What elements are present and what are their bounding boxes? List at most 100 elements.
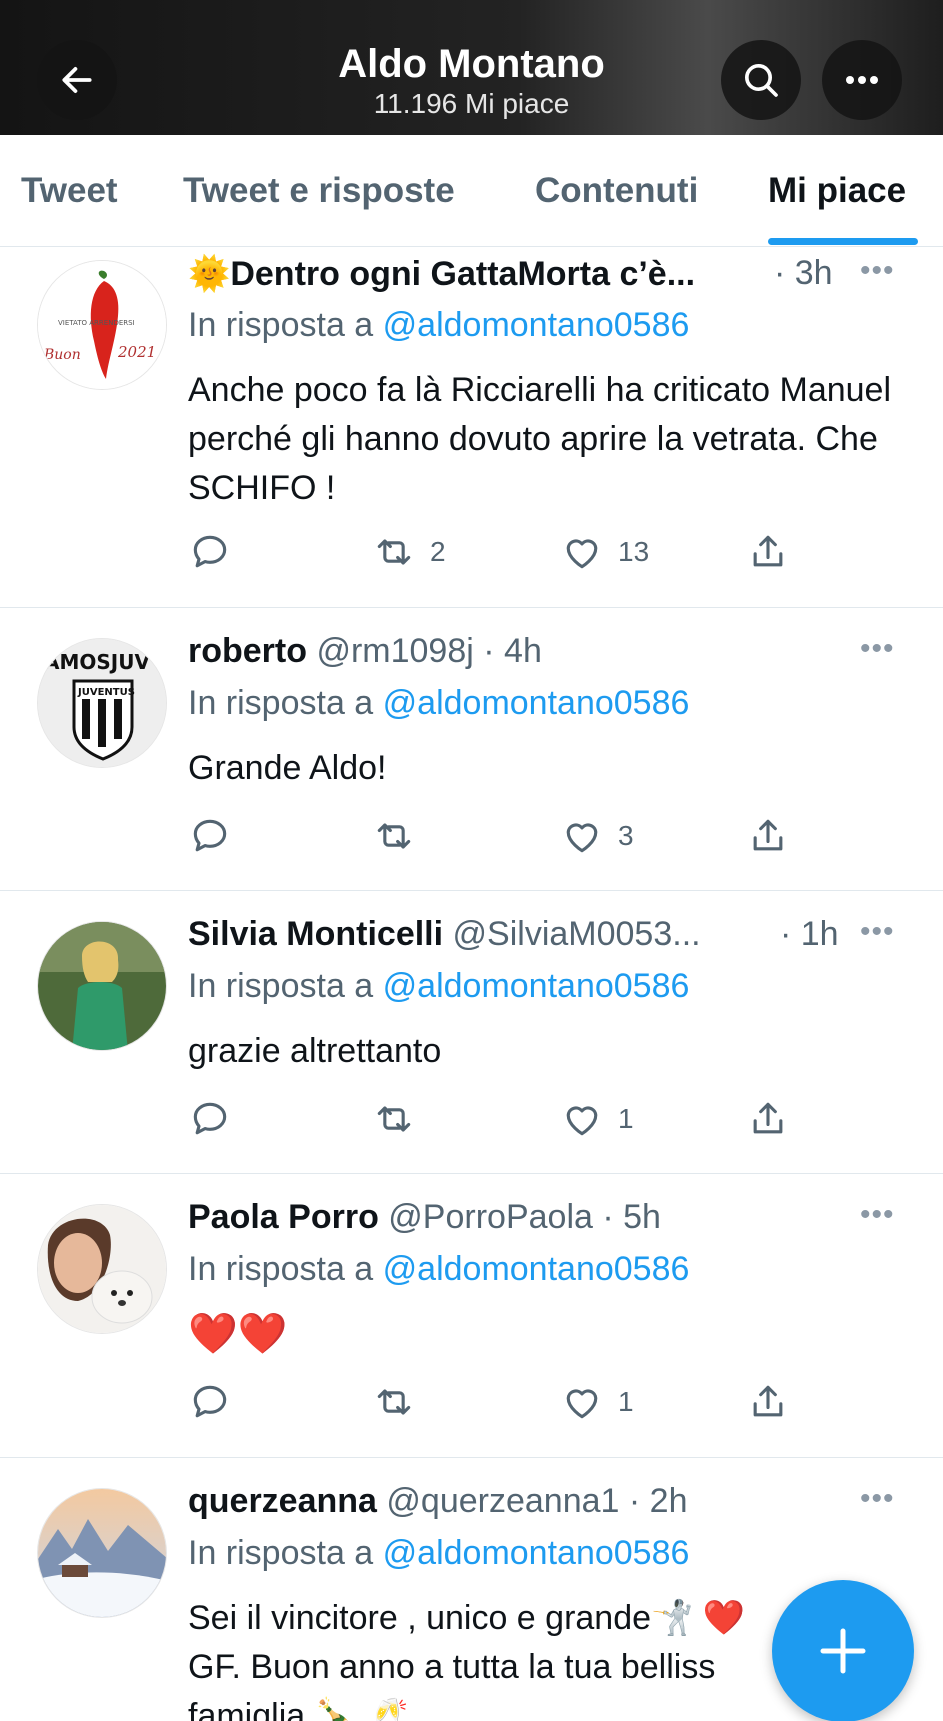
reply-context: In risposta a @aldomontano0586 — [188, 967, 689, 1006]
snowy-landscape-avatar-image — [38, 1489, 166, 1617]
share-icon — [753, 535, 783, 567]
reply-context: In risposta a @aldomontano0586 — [188, 1534, 689, 1573]
reply-prefix: In risposta a — [188, 1250, 383, 1288]
retweet-icon — [377, 823, 411, 849]
retweet-icon — [377, 1106, 411, 1132]
share-action[interactable] — [746, 1380, 790, 1424]
reply-context: In risposta a @aldomontano0586 — [188, 684, 689, 723]
retweet-count: 2 — [430, 536, 446, 567]
active-tab-indicator — [768, 238, 918, 245]
tweet-item[interactable]: AMOSJUV JUVENTUS roberto @rm1098j · 4h •… — [0, 608, 943, 891]
search-icon — [745, 64, 778, 97]
like-action[interactable]: 1 — [560, 1380, 634, 1424]
share-icon — [753, 819, 783, 851]
like-action[interactable]: 3 — [560, 814, 634, 858]
author-name[interactable]: Paola Porro — [188, 1198, 379, 1236]
author-name[interactable]: Silvia Monticelli — [188, 915, 443, 953]
chili-pepper-avatar-image: VIETATO ARRENDERSI Buon 2021 — [38, 261, 166, 389]
tweet-more-icon[interactable]: ••• — [860, 1482, 895, 1516]
tweet-text: grazie altrettanto — [188, 1032, 442, 1070]
avatar-caption: VIETATO ARRENDERSI — [58, 319, 135, 327]
tweet-text: ❤️❤️ — [188, 1312, 288, 1356]
tab-mi-piace[interactable]: Mi piace — [768, 171, 906, 211]
tweet-item[interactable]: Paola Porro @PorroPaola · 5h ••• In risp… — [0, 1174, 943, 1458]
tweet-header: Paola Porro @PorroPaola · 5h — [188, 1198, 661, 1237]
tab-tweet[interactable]: Tweet — [21, 171, 118, 211]
avatar[interactable]: AMOSJUV JUVENTUS — [37, 638, 167, 768]
reply-action[interactable] — [188, 814, 232, 858]
profile-tabs: Tweet Tweet e risposte Contenuti Mi piac… — [0, 135, 943, 247]
person-with-dog-avatar-image — [38, 1205, 166, 1333]
more-horizontal-icon — [846, 76, 878, 84]
retweet-action[interactable] — [372, 1097, 416, 1141]
tweet-item[interactable]: VIETATO ARRENDERSI Buon 2021 🌞Dentro ogn… — [0, 248, 943, 608]
avatar-caption-year: 2021 — [117, 343, 156, 361]
like-action[interactable]: 13 — [560, 530, 649, 574]
author-name[interactable]: roberto — [188, 632, 307, 670]
reply-mention-link[interactable]: @aldomontano0586 — [383, 967, 690, 1005]
avatar[interactable] — [37, 1204, 167, 1334]
author-handle[interactable]: @PorroPaola — [388, 1198, 593, 1236]
share-action[interactable] — [746, 814, 790, 858]
author-name[interactable]: querzeanna — [188, 1482, 377, 1520]
share-action[interactable] — [746, 530, 790, 574]
reply-icon — [193, 819, 227, 852]
avatar-caption-buon: Buon — [43, 347, 81, 363]
retweet-action[interactable] — [372, 1380, 416, 1424]
tab-contenuti[interactable]: Contenuti — [535, 171, 698, 211]
share-icon — [753, 1102, 783, 1134]
reply-action[interactable] — [188, 1097, 232, 1141]
reply-mention-link[interactable]: @aldomontano0586 — [383, 306, 690, 344]
tweet-time: · 3h — [774, 254, 833, 292]
likes-count: 11.196 Mi piace — [373, 88, 570, 119]
share-action[interactable] — [746, 1097, 790, 1141]
reply-context: In risposta a @aldomontano0586 — [188, 306, 689, 345]
heart-icon — [566, 539, 598, 569]
like-action[interactable]: 1 — [560, 1097, 634, 1141]
tweet-header: roberto @rm1098j · 4h — [188, 632, 542, 671]
tweet-more-icon[interactable]: ••• — [860, 1198, 895, 1232]
profile-header: Aldo Montano 11.196 Mi piace — [0, 0, 943, 135]
tweet-more-icon[interactable]: ••• — [860, 915, 895, 949]
avatar-caption: AMOSJUV — [44, 650, 150, 674]
reply-mention-link[interactable]: @aldomontano0586 — [383, 684, 690, 722]
avatar-juventus: JUVENTUS — [77, 687, 135, 698]
like-count: 3 — [618, 820, 634, 851]
author-name[interactable]: Dentro ogni GattaMorta c’è... — [230, 255, 695, 293]
search-button[interactable] — [721, 40, 801, 120]
reply-prefix: In risposta a — [188, 1534, 383, 1572]
reply-action[interactable] — [188, 530, 232, 574]
sun-emoji: 🌞 — [188, 255, 231, 293]
tweet-time: · 4h — [483, 632, 542, 670]
tweet-text: Grande Aldo! — [188, 749, 387, 787]
reply-icon — [193, 1102, 227, 1135]
avatar[interactable] — [37, 921, 167, 1051]
author-handle[interactable]: @SilviaM0053... — [453, 915, 701, 953]
retweet-action[interactable] — [372, 814, 416, 858]
reply-action[interactable] — [188, 1380, 232, 1424]
retweet-icon — [377, 539, 411, 565]
author-handle[interactable]: @querzeanna1 — [386, 1482, 619, 1520]
retweet-action[interactable]: 2 — [372, 530, 446, 574]
more-button[interactable] — [822, 40, 902, 120]
reply-icon — [193, 535, 227, 568]
plus-icon — [820, 1628, 866, 1674]
like-count: 13 — [618, 536, 650, 567]
reply-icon — [193, 1385, 227, 1418]
avatar[interactable] — [37, 1488, 167, 1618]
tweet-time: · 2h — [628, 1482, 688, 1520]
author-handle[interactable]: @rm1098j — [316, 632, 473, 670]
compose-tweet-button[interactable] — [772, 1580, 914, 1721]
tweet-more-icon[interactable]: ••• — [860, 632, 895, 666]
tweet-more-icon[interactable]: ••• — [860, 254, 895, 288]
tweet-time: · 1h — [780, 915, 839, 953]
reply-mention-link[interactable]: @aldomontano0586 — [383, 1250, 690, 1288]
tab-tweet-e-risposte[interactable]: Tweet e risposte — [183, 171, 455, 211]
avatar[interactable]: VIETATO ARRENDERSI Buon 2021 — [37, 260, 167, 390]
tweet-item[interactable]: Silvia Monticelli @SilviaM0053... · 1h •… — [0, 891, 943, 1174]
reply-prefix: In risposta a — [188, 967, 383, 1005]
tweet-header: 🌞Dentro ogni GattaMorta c’è... — [188, 254, 695, 294]
tweet-time: · 5h — [602, 1198, 661, 1236]
reply-prefix: In risposta a — [188, 684, 383, 722]
reply-mention-link[interactable]: @aldomontano0586 — [383, 1534, 690, 1572]
